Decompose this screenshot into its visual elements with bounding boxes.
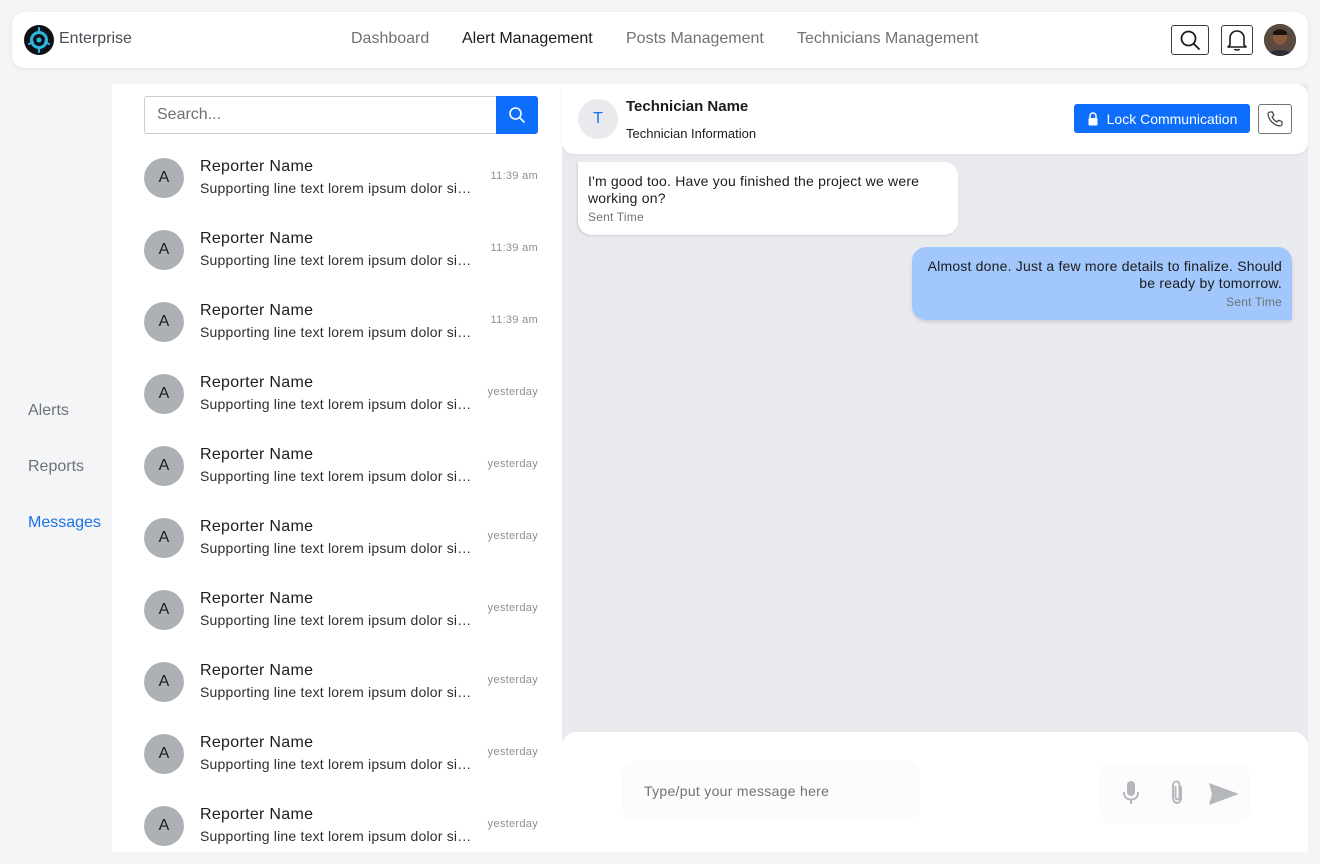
enterprise-logo-icon[interactable]	[24, 25, 54, 55]
nav-dashboard[interactable]: Dashboard	[351, 30, 429, 48]
technician-info[interactable]: Technician Information	[626, 126, 756, 141]
avatar: A	[144, 374, 184, 414]
conversation-name: Reporter Name	[200, 230, 314, 247]
conversation-time: 11:39 am	[490, 242, 538, 254]
conversation-item[interactable]: A Reporter Name Supporting line text lor…	[112, 804, 562, 852]
conversation-list-panel: A Reporter Name Supporting line text lor…	[112, 84, 562, 852]
conversation-preview: Supporting line text lorem ipsum dolor s…	[200, 180, 472, 196]
lock-communication-button[interactable]: Lock Communication	[1074, 104, 1250, 133]
search-input[interactable]	[144, 96, 496, 134]
nav-posts-management[interactable]: Posts Management	[626, 30, 764, 48]
conversation-item[interactable]: A Reporter Name Supporting line text lor…	[112, 156, 562, 228]
lock-icon	[1088, 111, 1098, 125]
conversation-time: yesterday	[487, 530, 538, 542]
conversation-time: yesterday	[487, 458, 538, 470]
conversation-item[interactable]: A Reporter Name Supporting line text lor…	[112, 372, 562, 444]
message-sent-time: Sent Time	[1226, 295, 1282, 309]
avatar: A	[144, 590, 184, 630]
microphone-icon[interactable]	[1122, 780, 1140, 806]
avatar: A	[144, 302, 184, 342]
conversation-name: Reporter Name	[200, 662, 314, 679]
search-submit-button[interactable]	[496, 96, 538, 134]
attachment-icon[interactable]	[1168, 780, 1186, 806]
message-text: Almost done. Just a few more details to …	[927, 258, 1282, 291]
lock-communication-label: Lock Communication	[1106, 110, 1238, 127]
conversation-item[interactable]: A Reporter Name Supporting line text lor…	[112, 300, 562, 372]
conversation-time: yesterday	[487, 746, 538, 758]
call-button[interactable]	[1258, 104, 1292, 134]
message-input[interactable]	[622, 760, 920, 822]
nav-technicians-management[interactable]: Technicians Management	[797, 30, 978, 48]
rail-item-reports[interactable]: Reports	[28, 458, 84, 476]
avatar: A	[144, 446, 184, 486]
conversation-name: Reporter Name	[200, 302, 314, 319]
conversation-time: 11:39 am	[490, 170, 538, 182]
conversation-name: Reporter Name	[200, 734, 314, 751]
avatar: A	[144, 158, 184, 198]
send-icon[interactable]	[1208, 782, 1240, 806]
outgoing-message: Almost done. Just a few more details to …	[912, 247, 1292, 320]
conversation-time: yesterday	[487, 602, 538, 614]
conversation-preview: Supporting line text lorem ipsum dolor s…	[200, 324, 472, 340]
conversation-item[interactable]: A Reporter Name Supporting line text lor…	[112, 660, 562, 732]
chat-area: T Technician Name Technician Information…	[562, 84, 1308, 852]
conversation-name: Reporter Name	[200, 590, 314, 607]
message-composer	[562, 732, 1308, 852]
conversation-preview: Supporting line text lorem ipsum dolor s…	[200, 540, 472, 556]
top-bar: Enterprise Dashboard Alert Management Po…	[12, 12, 1308, 68]
incoming-message: I'm good too. Have you finished the proj…	[578, 162, 958, 235]
nav-alert-management[interactable]: Alert Management	[462, 30, 593, 48]
conversation-preview: Supporting line text lorem ipsum dolor s…	[200, 468, 472, 484]
message-sent-time: Sent Time	[588, 210, 644, 224]
header-search-button[interactable]	[1171, 25, 1209, 55]
conversation-preview: Supporting line text lorem ipsum dolor s…	[200, 252, 472, 268]
rail-item-messages[interactable]: Messages	[28, 514, 101, 532]
chat-header: T Technician Name Technician Information…	[562, 84, 1308, 154]
composer-tools	[1098, 762, 1250, 824]
conversation-preview: Supporting line text lorem ipsum dolor s…	[200, 684, 472, 700]
avatar: A	[144, 662, 184, 702]
conversation-preview: Supporting line text lorem ipsum dolor s…	[200, 612, 472, 628]
conversation-item[interactable]: A Reporter Name Supporting line text lor…	[112, 516, 562, 588]
phone-icon	[1267, 111, 1283, 127]
conversation-name: Reporter Name	[200, 158, 314, 175]
avatar: A	[144, 806, 184, 846]
conversation-name: Reporter Name	[200, 446, 314, 463]
avatar: A	[144, 518, 184, 558]
conversation-preview: Supporting line text lorem ipsum dolor s…	[200, 396, 472, 412]
conversation-name: Reporter Name	[200, 374, 314, 391]
user-avatar[interactable]	[1264, 24, 1296, 56]
technician-name: Technician Name	[626, 98, 749, 115]
conversation-preview: Supporting line text lorem ipsum dolor s…	[200, 756, 472, 772]
avatar: A	[144, 734, 184, 774]
conversation-time: yesterday	[487, 818, 538, 830]
avatar: A	[144, 230, 184, 270]
message-text: I'm good too. Have you finished the proj…	[588, 173, 920, 206]
conversation-time: 11:39 am	[490, 314, 538, 326]
conversation-time: yesterday	[487, 386, 538, 398]
search-icon	[1180, 30, 1200, 50]
search-icon	[509, 107, 525, 123]
conversation-preview: Supporting line text lorem ipsum dolor s…	[200, 828, 472, 844]
conversation-item[interactable]: A Reporter Name Supporting line text lor…	[112, 732, 562, 804]
conversation-time: yesterday	[487, 674, 538, 686]
conversation-item[interactable]: A Reporter Name Supporting line text lor…	[112, 444, 562, 516]
conversation-item[interactable]: A Reporter Name Supporting line text lor…	[112, 228, 562, 300]
conversation-name: Reporter Name	[200, 806, 314, 823]
bell-icon	[1227, 30, 1247, 51]
conversation-item[interactable]: A Reporter Name Supporting line text lor…	[112, 588, 562, 660]
notifications-button[interactable]	[1221, 25, 1253, 55]
brand-name: Enterprise	[59, 30, 132, 47]
conversation-name: Reporter Name	[200, 518, 314, 535]
rail-item-alerts[interactable]: Alerts	[28, 402, 69, 420]
avatar: T	[578, 99, 618, 139]
